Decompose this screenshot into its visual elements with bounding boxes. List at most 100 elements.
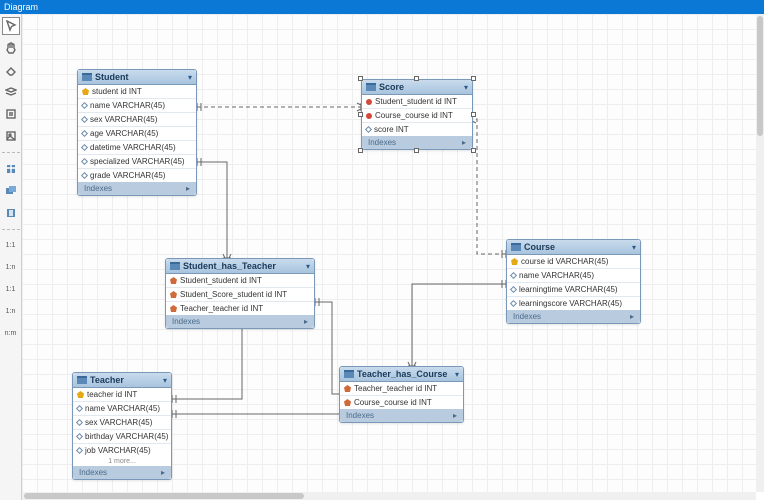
eraser-tool[interactable] xyxy=(3,62,19,78)
dia-icon xyxy=(81,144,88,151)
table-column[interactable]: name VARCHAR(45) xyxy=(78,98,196,112)
table-score[interactable]: Score ▾ Student_student id INT Course_cou… xyxy=(361,79,473,150)
table-teacher-has-course[interactable]: Teacher_has_Course ▾ Teacher_teacher id … xyxy=(339,366,464,423)
dia-icon xyxy=(76,433,83,440)
hand-tool[interactable] xyxy=(3,40,19,56)
collapse-icon[interactable]: ▾ xyxy=(188,73,192,82)
dia-icon xyxy=(81,158,88,165)
dia-icon xyxy=(510,272,517,279)
table-columns: teacher id INT name VARCHAR(45)sex VARCHA… xyxy=(73,388,171,457)
table-footer[interactable]: Indexes▸ xyxy=(507,310,640,323)
scrollbar-thumb[interactable] xyxy=(24,493,304,499)
selection-handle[interactable] xyxy=(471,112,476,117)
dia-icon xyxy=(81,102,88,109)
separator xyxy=(2,229,20,230)
selection-handle[interactable] xyxy=(471,148,476,153)
table-column[interactable]: datetime VARCHAR(45) xyxy=(78,140,196,154)
table-column[interactable]: Teacher_teacher id INT xyxy=(340,382,463,395)
selection-handle[interactable] xyxy=(471,76,476,81)
more-columns[interactable]: 1 more... xyxy=(73,457,171,466)
table-student[interactable]: Student ▾ student id INT name VARCHAR(45)… xyxy=(77,69,197,196)
table-column[interactable]: Teacher_teacher id INT xyxy=(166,301,314,315)
collapse-icon[interactable]: ▾ xyxy=(455,370,459,379)
column-text: Teacher_teacher id INT xyxy=(180,304,263,313)
table-footer[interactable]: Indexes▸ xyxy=(73,466,171,479)
column-text: name VARCHAR(45) xyxy=(519,271,594,280)
selection-handle[interactable] xyxy=(358,76,363,81)
image-tool[interactable] xyxy=(3,128,19,144)
diagram-canvas[interactable]: Student ▾ student id INT name VARCHAR(45)… xyxy=(22,14,756,492)
table-column[interactable]: Course_course id INT xyxy=(362,108,472,122)
column-text: Course_course id INT xyxy=(375,111,453,120)
table-teacher[interactable]: Teacher ▾ teacher id INT name VARCHAR(45)… xyxy=(72,372,172,480)
table-student-has-teacher[interactable]: Student_has_Teacher ▾ Student_student id… xyxy=(165,258,315,329)
table-footer[interactable]: Indexes▸ xyxy=(78,182,196,195)
expand-icon: ▸ xyxy=(453,411,457,420)
dia-icon xyxy=(510,300,517,307)
table-column[interactable]: score INT xyxy=(362,122,472,136)
rel-ntom-tool[interactable]: n:m xyxy=(3,326,19,342)
table-column[interactable]: job VARCHAR(45) xyxy=(73,443,171,457)
table-footer[interactable]: Indexes▸ xyxy=(340,409,463,422)
collapse-icon[interactable]: ▾ xyxy=(464,83,468,92)
table-column[interactable]: learningscore VARCHAR(45) xyxy=(507,296,640,310)
table-column[interactable]: learningtime VARCHAR(45) xyxy=(507,282,640,296)
column-text: student id INT xyxy=(92,87,142,96)
key-icon xyxy=(82,88,89,95)
table-title: Score xyxy=(379,82,461,92)
table-column[interactable]: teacher id INT xyxy=(73,388,171,401)
selection-handle[interactable] xyxy=(414,76,419,81)
table-columns: course id VARCHAR(45) name VARCHAR(45) lea… xyxy=(507,255,640,310)
table-header[interactable]: Student ▾ xyxy=(78,70,196,85)
horizontal-scrollbar[interactable] xyxy=(22,492,756,500)
column-text: teacher id INT xyxy=(87,390,137,399)
dia-icon xyxy=(76,419,83,426)
table-column[interactable]: age VARCHAR(45) xyxy=(78,126,196,140)
table-title: Student_has_Teacher xyxy=(183,261,303,271)
view-tool[interactable] xyxy=(3,183,19,199)
fkey-icon xyxy=(170,291,177,298)
table-icon xyxy=(82,73,92,81)
table-header[interactable]: Teacher ▾ xyxy=(73,373,171,388)
table-column[interactable]: grade VARCHAR(45) xyxy=(78,168,196,182)
routine-tool[interactable] xyxy=(3,205,19,221)
rel-1to1-nonid-tool[interactable]: 1:1 xyxy=(3,282,19,298)
selection-handle[interactable] xyxy=(358,148,363,153)
table-column[interactable]: specialized VARCHAR(45) xyxy=(78,154,196,168)
separator xyxy=(2,152,20,153)
column-text: Student_Score_student id INT xyxy=(180,290,287,299)
table-column[interactable]: course id VARCHAR(45) xyxy=(507,255,640,268)
table-column[interactable]: birthday VARCHAR(45) xyxy=(73,429,171,443)
table-column[interactable]: sex VARCHAR(45) xyxy=(73,415,171,429)
table-column[interactable]: sex VARCHAR(45) xyxy=(78,112,196,126)
collapse-icon[interactable]: ▾ xyxy=(632,243,636,252)
table-icon xyxy=(511,243,521,251)
note-tool[interactable] xyxy=(3,106,19,122)
table-column[interactable]: name VARCHAR(45) xyxy=(507,268,640,282)
collapse-icon[interactable]: ▾ xyxy=(163,376,167,385)
selection-handle[interactable] xyxy=(358,112,363,117)
table-header[interactable]: Student_has_Teacher ▾ xyxy=(166,259,314,274)
table-tool[interactable] xyxy=(3,161,19,177)
table-header[interactable]: Course ▾ xyxy=(507,240,640,255)
table-column[interactable]: Student_Score_student id INT xyxy=(166,287,314,301)
table-course[interactable]: Course ▾ course id VARCHAR(45) name VARCH… xyxy=(506,239,641,324)
table-column[interactable]: Student_student id INT xyxy=(166,274,314,287)
table-column[interactable]: Student_student id INT xyxy=(362,95,472,108)
table-column[interactable]: Course_course id INT xyxy=(340,395,463,409)
pointer-tool[interactable] xyxy=(3,18,19,34)
table-footer[interactable]: Indexes▸ xyxy=(166,315,314,328)
selection-handle[interactable] xyxy=(414,148,419,153)
collapse-icon[interactable]: ▾ xyxy=(306,262,310,271)
layer-tool[interactable] xyxy=(3,84,19,100)
scrollbar-thumb[interactable] xyxy=(757,16,763,136)
table-column[interactable]: name VARCHAR(45) xyxy=(73,401,171,415)
table-header[interactable]: Score ▾ xyxy=(362,80,472,95)
rel-1to1-id-tool[interactable]: 1:1 xyxy=(3,238,19,254)
vertical-scrollbar[interactable] xyxy=(756,14,764,492)
table-column[interactable]: student id INT xyxy=(78,85,196,98)
rel-1ton-id-tool[interactable]: 1:n xyxy=(3,260,19,276)
table-header[interactable]: Teacher_has_Course ▾ xyxy=(340,367,463,382)
rel-1ton-nonid-tool[interactable]: 1:n xyxy=(3,304,19,320)
column-text: sex VARCHAR(45) xyxy=(90,115,157,124)
